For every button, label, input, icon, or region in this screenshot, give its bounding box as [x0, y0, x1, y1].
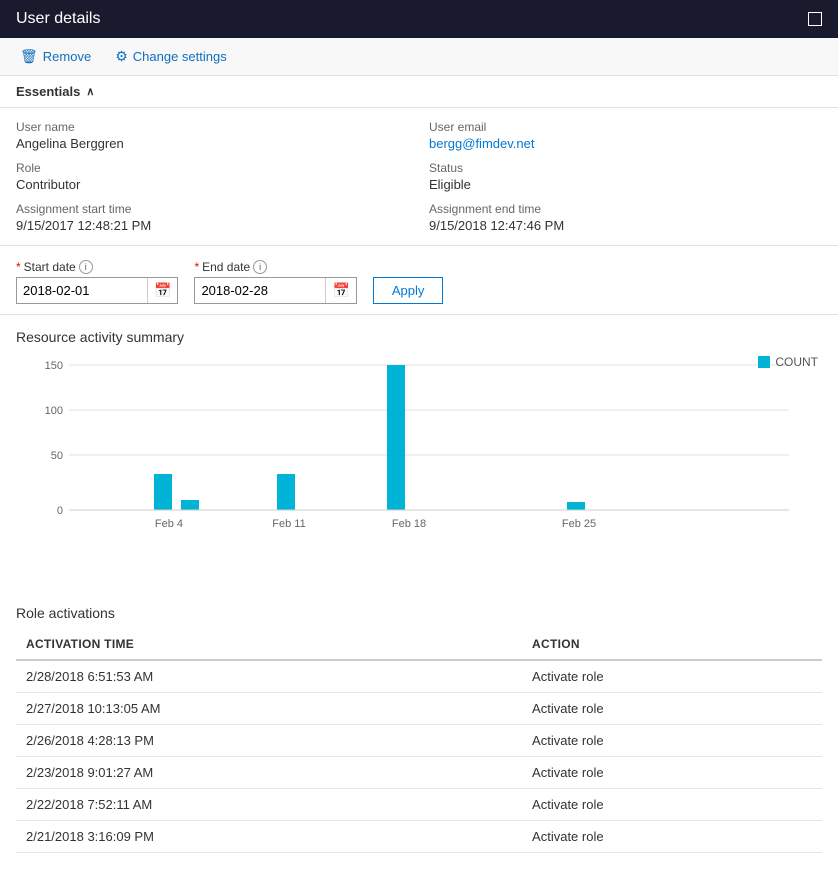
- table-row: 2/22/2018 7:52:11 AM Activate role: [16, 789, 822, 821]
- legend-color-swatch: [758, 356, 770, 368]
- role-value: Contributor: [16, 177, 409, 192]
- assign-end-value: 9/15/2018 12:47:46 PM: [429, 218, 822, 233]
- apply-button[interactable]: Apply: [373, 277, 444, 304]
- essentials-label: Essentials: [16, 84, 80, 99]
- user-email-value: bergg@fimdev.net: [429, 136, 822, 151]
- chart-legend: COUNT: [758, 355, 818, 369]
- bar-feb25: [567, 502, 585, 510]
- cell-activation-time: 2/23/2018 9:01:27 AM: [16, 757, 522, 789]
- status-label: Status: [429, 161, 822, 175]
- title-bar: User details: [0, 0, 838, 38]
- toolbar: 🗑 Remove ⚙ Change settings: [0, 38, 838, 76]
- cell-action: Activate role: [522, 821, 822, 853]
- chart-svg: 150 100 50 0 Feb 4 Feb 11 Feb 18 Feb 25: [16, 355, 822, 565]
- table-row: 2/21/2018 3:16:09 PM Activate role: [16, 821, 822, 853]
- col-action: ACTION: [522, 629, 822, 660]
- start-date-input[interactable]: [17, 279, 147, 302]
- svg-text:Feb 4: Feb 4: [155, 518, 183, 530]
- status-value: Eligible: [429, 177, 822, 192]
- start-date-field: * Start date i 📅: [16, 260, 178, 304]
- essentials-grid: User name Angelina Berggren User email b…: [0, 108, 838, 246]
- role-activations-table: ACTIVATION TIME ACTION 2/28/2018 6:51:53…: [16, 629, 822, 853]
- table-row: 2/28/2018 6:51:53 AM Activate role: [16, 660, 822, 693]
- assign-start-field: Assignment start time 9/15/2017 12:48:21…: [16, 202, 409, 233]
- chart-container: COUNT 150 100 50 0: [16, 355, 822, 585]
- assign-end-label: Assignment end time: [429, 202, 822, 216]
- chart-title: Resource activity summary: [16, 329, 822, 345]
- bar-feb4-1: [154, 474, 172, 510]
- start-date-required: *: [16, 260, 21, 274]
- date-filter-row: * Start date i 📅 * End date i 📅 Apply: [0, 246, 838, 315]
- cell-action: Activate role: [522, 725, 822, 757]
- table-row: 2/27/2018 10:13:05 AM Activate role: [16, 693, 822, 725]
- cell-action: Activate role: [522, 693, 822, 725]
- remove-button[interactable]: 🗑 Remove: [16, 46, 95, 67]
- svg-text:Feb 18: Feb 18: [392, 518, 426, 530]
- role-field: Role Contributor: [16, 161, 409, 192]
- svg-text:Feb 11: Feb 11: [272, 518, 305, 530]
- end-date-label: End date: [202, 260, 250, 274]
- cell-action: Activate role: [522, 789, 822, 821]
- change-settings-button[interactable]: ⚙ Change settings: [111, 46, 231, 67]
- user-name-value: Angelina Berggren: [16, 136, 409, 151]
- end-date-required: *: [194, 260, 199, 274]
- table-row: 2/26/2018 4:28:13 PM Activate role: [16, 725, 822, 757]
- end-date-input-wrap: 📅: [194, 277, 356, 304]
- col-activation-time: ACTIVATION TIME: [16, 629, 522, 660]
- cell-action: Activate role: [522, 660, 822, 693]
- start-date-info-icon[interactable]: i: [79, 260, 93, 274]
- start-date-calendar-icon[interactable]: 📅: [147, 278, 177, 303]
- assign-start-value: 9/15/2017 12:48:21 PM: [16, 218, 409, 233]
- table-row: 2/23/2018 9:01:27 AM Activate role: [16, 757, 822, 789]
- assign-end-field: Assignment end time 9/15/2018 12:47:46 P…: [429, 202, 822, 233]
- change-settings-label: Change settings: [133, 49, 227, 64]
- user-email-field: User email bergg@fimdev.net: [429, 120, 822, 151]
- svg-text:50: 50: [51, 450, 63, 462]
- svg-text:0: 0: [57, 505, 63, 517]
- restore-window-icon[interactable]: [808, 12, 822, 26]
- start-date-input-wrap: 📅: [16, 277, 178, 304]
- svg-text:150: 150: [45, 360, 63, 372]
- bar-feb4-2: [181, 500, 199, 510]
- svg-text:100: 100: [45, 405, 63, 417]
- cell-activation-time: 2/27/2018 10:13:05 AM: [16, 693, 522, 725]
- bar-feb11: [277, 474, 295, 510]
- cell-activation-time: 2/21/2018 3:16:09 PM: [16, 821, 522, 853]
- remove-label: Remove: [43, 49, 91, 64]
- user-name-field: User name Angelina Berggren: [16, 120, 409, 151]
- essentials-chevron-icon: ∧: [86, 85, 94, 98]
- role-label: Role: [16, 161, 409, 175]
- remove-icon: 🗑: [20, 48, 38, 65]
- role-activations-section: Role activations ACTIVATION TIME ACTION …: [0, 597, 838, 861]
- svg-text:Feb 25: Feb 25: [562, 518, 596, 530]
- user-email-label: User email: [429, 120, 822, 134]
- status-field: Status Eligible: [429, 161, 822, 192]
- role-activations-title: Role activations: [16, 605, 822, 621]
- assign-start-label: Assignment start time: [16, 202, 409, 216]
- user-name-label: User name: [16, 120, 409, 134]
- end-date-info-icon[interactable]: i: [253, 260, 267, 274]
- window-title: User details: [16, 10, 100, 28]
- bar-feb18: [387, 365, 405, 510]
- cell-action: Activate role: [522, 757, 822, 789]
- cell-activation-time: 2/26/2018 4:28:13 PM: [16, 725, 522, 757]
- start-date-label: Start date: [24, 260, 76, 274]
- chart-section: Resource activity summary COUNT 150 100 …: [0, 315, 838, 597]
- legend-label: COUNT: [775, 355, 818, 369]
- end-date-input[interactable]: [195, 279, 325, 302]
- essentials-header[interactable]: Essentials ∧: [0, 76, 838, 108]
- cell-activation-time: 2/22/2018 7:52:11 AM: [16, 789, 522, 821]
- end-date-calendar-icon[interactable]: 📅: [325, 278, 355, 303]
- settings-icon: ⚙: [115, 48, 128, 65]
- end-date-field: * End date i 📅: [194, 260, 356, 304]
- cell-activation-time: 2/28/2018 6:51:53 AM: [16, 660, 522, 693]
